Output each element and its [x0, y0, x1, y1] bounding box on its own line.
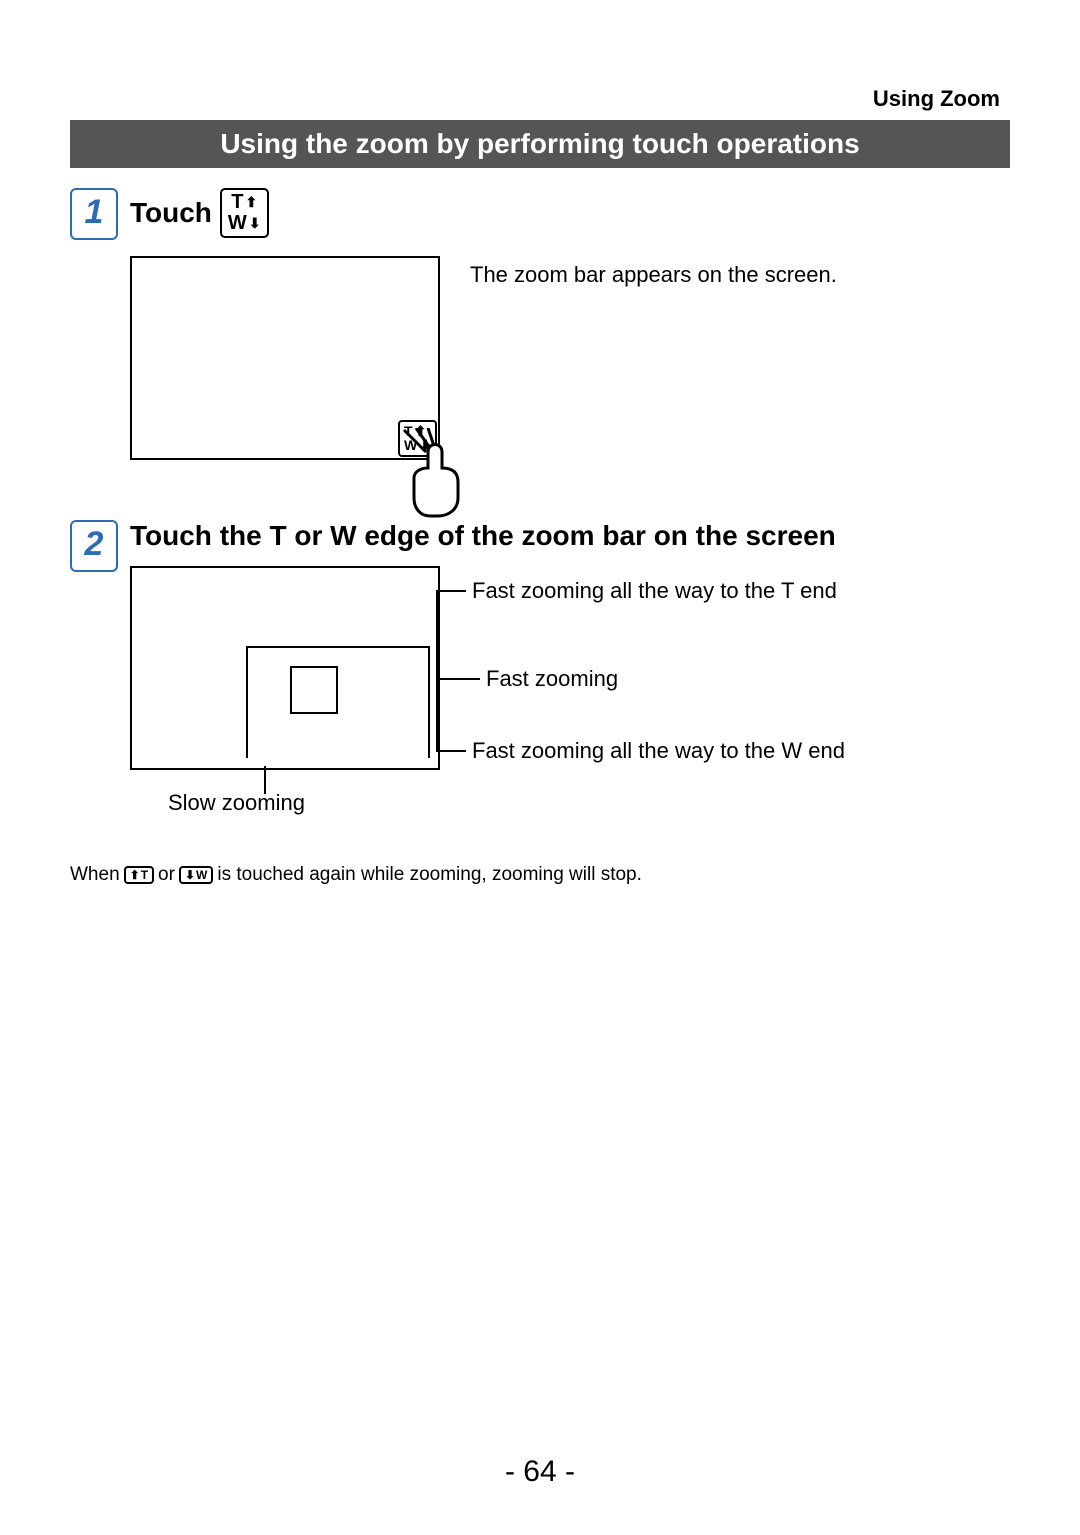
banner-title: Using the zoom by performing touch opera… [70, 120, 1010, 168]
zoom-tw-icon: T⬆ W⬇ [220, 188, 269, 238]
label-fast-t: Fast zooming all the way to the T end [472, 578, 837, 604]
step-2: 2 Touch the T or W edge of the zoom bar … [70, 520, 1010, 836]
zoom-t-icon: ⬆T [124, 866, 154, 885]
arrow-up-icon: ⬆ [130, 869, 140, 882]
step-description: The zoom bar appears on the screen. [470, 262, 837, 460]
step-title: Touch the T or W edge of the zoom bar on… [130, 520, 1010, 552]
zoom-w-icon: ⬇W [179, 866, 213, 885]
step-title-text: Touch the T or W edge of the zoom bar on… [130, 520, 836, 552]
note-prefix: When [70, 864, 120, 886]
leader-line [436, 590, 466, 592]
page-number: - 64 - [0, 1455, 1080, 1489]
zoom-bar-knob [290, 666, 338, 714]
icon-letter-w: W [228, 213, 247, 234]
touch-hand-icon [398, 428, 478, 518]
leader-line [436, 590, 438, 752]
footnote: When ⬆T or ⬇W is touched again while zoo… [70, 864, 1010, 886]
zoom-bar-outline [246, 646, 430, 758]
arrow-down-icon: ⬇ [249, 216, 261, 231]
zoom-bar-diagram: Slow zooming Fast zooming all the way to… [130, 566, 1000, 836]
leader-line [436, 678, 480, 680]
icon-letter-t: T [141, 869, 148, 882]
note-suffix: is touched again while zooming, zooming … [217, 864, 642, 886]
section-header: Using Zoom [873, 86, 1000, 112]
note-or: or [158, 864, 175, 886]
step-title-prefix: Touch [130, 197, 212, 229]
label-slow-zoom: Slow zooming [168, 790, 305, 816]
step-number: 1 [70, 188, 118, 240]
label-fast-w: Fast zooming all the way to the W end [472, 738, 845, 764]
arrow-down-icon: ⬇ [185, 869, 195, 882]
step-body: Touch the T or W edge of the zoom bar on… [130, 520, 1010, 836]
manual-page: Using Zoom Using the zoom by performing … [0, 0, 1080, 1535]
step-1: 1 Touch T⬆ W⬇ T⬆ W⬇ [70, 188, 1010, 460]
label-fast: Fast zooming [486, 666, 618, 692]
leader-line [436, 750, 466, 752]
touchscreen-illustration: T⬆ W⬇ [130, 256, 440, 460]
icon-letter-t: T [231, 192, 243, 213]
step-title: Touch T⬆ W⬇ [130, 188, 1010, 238]
step-illustration-row: T⬆ W⬇ The zoom bar appears on the screen… [130, 256, 1010, 460]
arrow-up-icon: ⬆ [245, 195, 257, 210]
icon-letter-w: W [196, 869, 207, 882]
step-body: Touch T⬆ W⬇ T⬆ W⬇ [130, 188, 1010, 460]
step-number: 2 [70, 520, 118, 572]
